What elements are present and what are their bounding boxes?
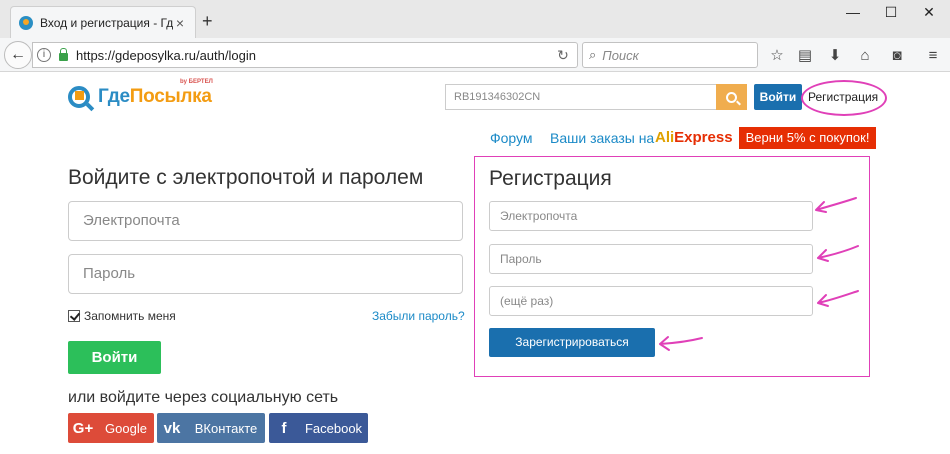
login-password-field[interactable]: Пароль — [68, 254, 463, 294]
track-search-button[interactable] — [716, 84, 747, 110]
pocket-icon[interactable]: ◙ — [888, 47, 906, 65]
home-icon[interactable]: ⌂ — [856, 47, 874, 65]
login-submit-button[interactable]: Войти — [68, 341, 161, 374]
facebook-label: Facebook — [304, 420, 363, 436]
forum-link[interactable]: Форум — [490, 130, 533, 146]
annotation-arrow-icon — [815, 197, 857, 213]
vk-label: ВКонтакте — [194, 420, 258, 436]
maximize-icon[interactable]: ☐ — [876, 4, 906, 21]
header-login-button[interactable]: Войти — [754, 84, 802, 110]
aliexpress-link[interactable]: AliExpress — [655, 129, 733, 146]
remember-me[interactable]: Запомнить меня — [68, 309, 176, 323]
browser-titlebar: Вход и регистрация - ГдеПо × + — ☐ ✕ — [0, 0, 950, 38]
info-icon[interactable]: i — [37, 48, 51, 62]
highlight-circle-annotation — [801, 80, 887, 116]
bookmark-star-icon[interactable]: ☆ — [768, 47, 786, 65]
social-login-label: или войдите через социальную сеть — [68, 389, 339, 406]
tab-close-icon[interactable]: × — [173, 15, 187, 31]
vk-login-button[interactable]: vk ВКонтакте — [157, 413, 265, 443]
site-favicon-icon — [19, 15, 33, 30]
facebook-icon: f — [281, 419, 287, 437]
facebook-login-button[interactable]: f Facebook — [269, 413, 368, 443]
browser-search-input[interactable]: ⌕ Поиск — [582, 42, 758, 68]
address-bar[interactable]: i https://gdeposylka.ru/auth/login ↻ — [32, 42, 578, 68]
register-password-repeat-field[interactable]: (ещё раз) — [489, 286, 813, 316]
logo-magnifier-icon — [66, 82, 95, 112]
registration-title: Регистрация — [489, 167, 612, 190]
annotation-arrow-icon — [817, 290, 859, 307]
tracking-number-input[interactable]: RB191346302CN — [445, 84, 716, 110]
orders-link[interactable]: Ваши заказы на — [550, 130, 654, 146]
lock-icon — [59, 48, 68, 61]
remember-label: Запомнить меня — [84, 309, 176, 323]
site-logo[interactable]: ГдеПосылка by БЕРТЕЛ — [66, 79, 213, 112]
annotation-arrow-icon — [817, 245, 859, 262]
browser-tab[interactable]: Вход и регистрация - ГдеПо × — [10, 6, 196, 38]
search-icon — [726, 91, 737, 103]
new-tab-button[interactable]: + — [202, 12, 213, 30]
google-plus-icon: G+ — [72, 419, 94, 437]
minimize-icon[interactable]: — — [838, 4, 868, 20]
tab-title: Вход и регистрация - ГдеПо — [40, 15, 173, 30]
google-login-button[interactable]: G+ Google — [68, 413, 154, 443]
register-email-field[interactable]: Электропочта — [489, 201, 813, 231]
annotation-arrow-icon — [659, 336, 703, 351]
cashback-promo-badge[interactable]: Верни 5% с покупок! — [739, 127, 876, 149]
menu-icon[interactable]: ≡ — [924, 47, 942, 65]
back-arrow-icon[interactable]: ← — [4, 41, 32, 69]
remember-checkbox[interactable] — [68, 310, 80, 322]
login-title: Войдите с электропочтой и паролем — [68, 166, 424, 189]
search-icon: ⌕ — [589, 47, 597, 62]
login-email-field[interactable]: Электропочта — [68, 201, 463, 241]
google-label: Google — [105, 420, 147, 436]
logo-text: ГдеПосылка — [98, 86, 212, 107]
logo-subtitle: by БЕРТЕЛ — [180, 79, 213, 85]
search-placeholder: Поиск — [602, 47, 639, 63]
url-text[interactable]: https://gdeposylka.ru/auth/login — [76, 48, 553, 63]
browser-navbar: ← i https://gdeposylka.ru/auth/login ↻ ⌕… — [0, 38, 950, 72]
register-submit-button[interactable]: Зарегистрироваться — [489, 328, 655, 357]
reading-list-icon[interactable]: ▤ — [796, 47, 814, 65]
register-password-field[interactable]: Пароль — [489, 244, 813, 274]
vk-icon: vk — [163, 419, 181, 437]
download-icon[interactable]: ⬇ — [826, 47, 844, 65]
reload-icon[interactable]: ↻ — [553, 47, 573, 64]
close-window-icon[interactable]: ✕ — [914, 4, 944, 21]
forgot-password-link[interactable]: Забыли пароль? — [372, 309, 465, 323]
